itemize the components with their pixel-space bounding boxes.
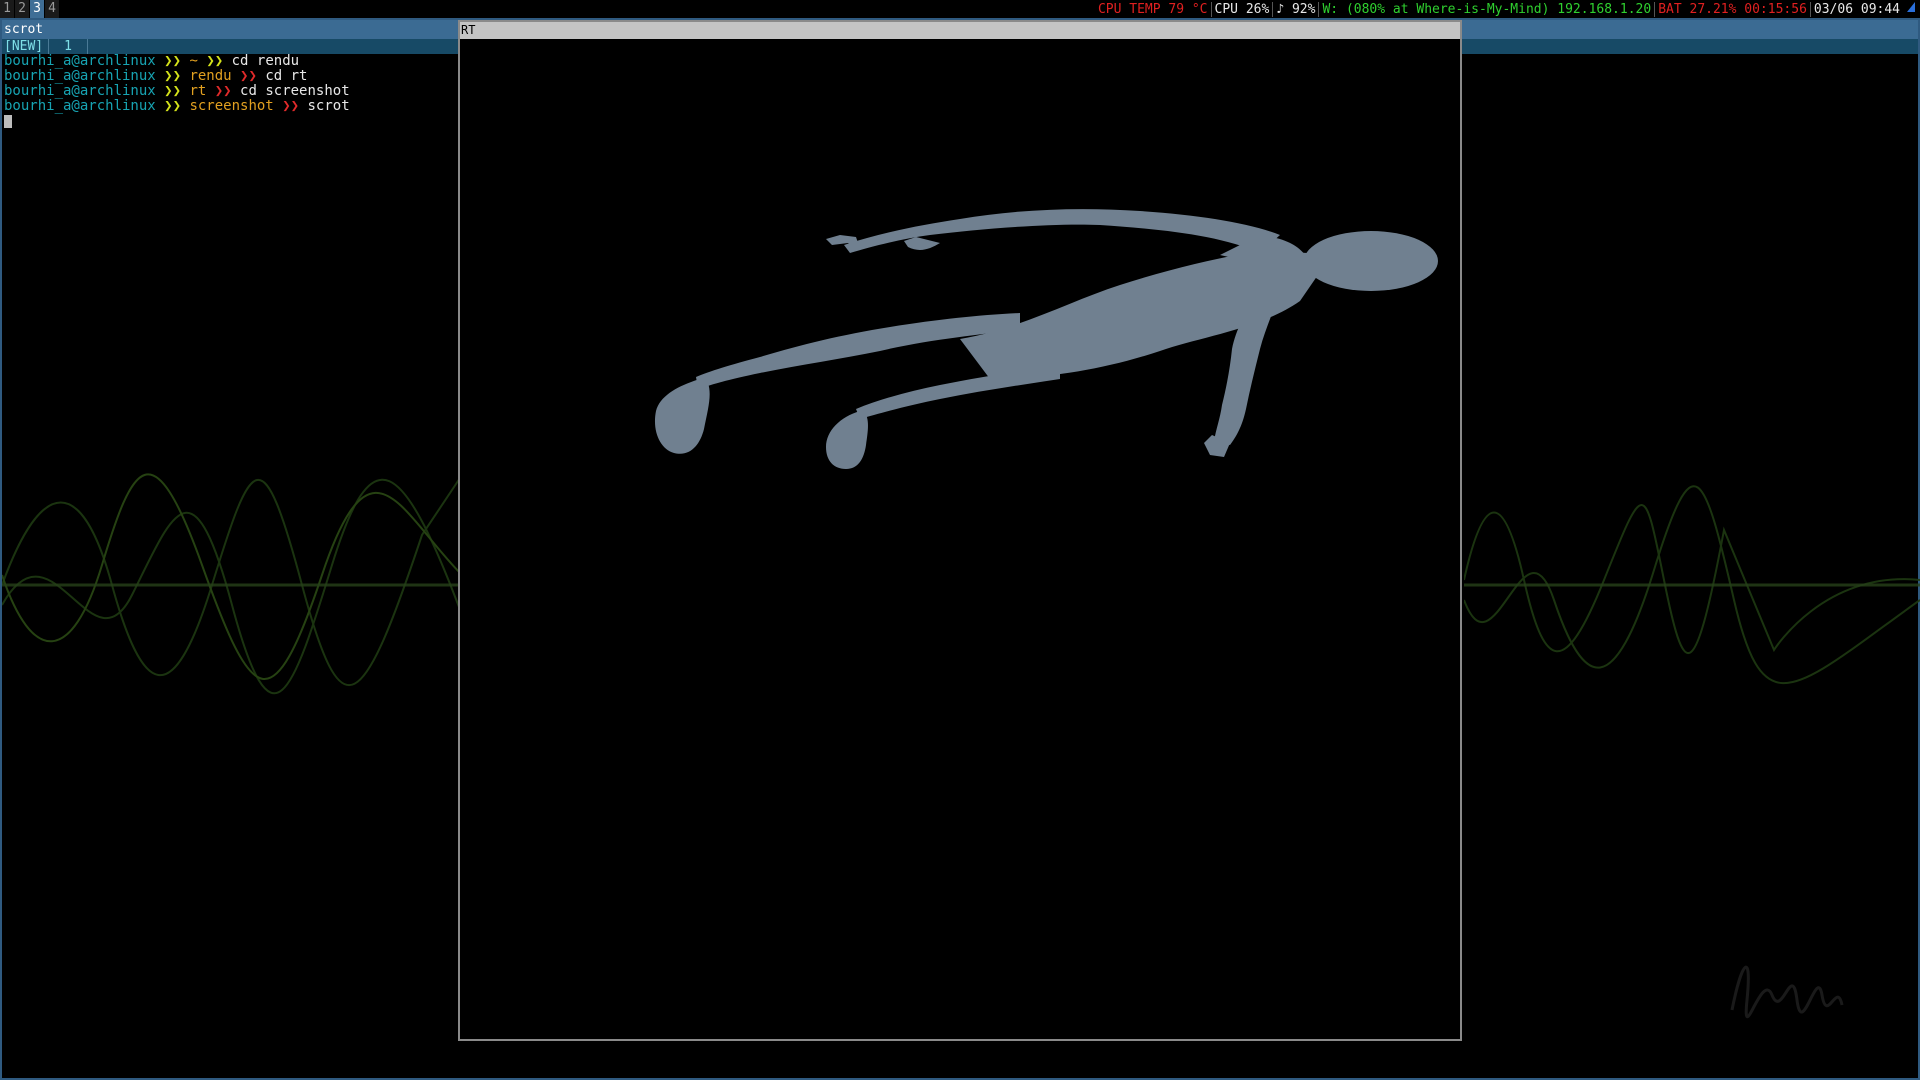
ip-address: 192.168.1.20 [1557,1,1652,17]
cpu-usage: CPU 26% [1210,1,1273,17]
terminal-cursor [4,114,12,128]
human-silhouette-render [654,209,1438,469]
tab-1[interactable]: 1 [49,39,88,54]
workspace-3[interactable]: 3 [30,0,45,18]
clock: 03/06 09:44 [1809,1,1903,17]
rt-window[interactable]: RT [458,20,1462,1041]
wallpaper-signature [1730,965,1844,1019]
workspace-1[interactable]: 1 [0,0,15,18]
volume-level: ♪ 92% [1272,1,1318,17]
speaker-icon[interactable] [1903,1,1916,17]
workspace-switcher: 1 2 3 4 [0,0,60,18]
wifi-status: W: (080% at Where-is-My-Mind) 192.168.1.… [1318,1,1654,17]
rt-window-title: RT [460,22,1460,39]
workspace-4[interactable]: 4 [45,0,60,18]
wallpaper-waveform [2,473,462,695]
wifi-detail: (080% at Where-is-My-Mind) [1345,1,1550,17]
wallpaper-waveform-right [1464,485,1920,685]
workspace-2[interactable]: 2 [15,0,30,18]
tab-new[interactable]: [NEW] [2,39,49,54]
status-bar: 1 2 3 4 CPU TEMP 79 °C CPU 26% ♪ 92% W: … [0,0,1920,18]
rt-render-canvas [460,39,1460,1039]
battery-status: BAT 27.21% 00:15:56 [1654,1,1810,17]
cpu-temp: CPU TEMP 79 °C [1097,1,1208,17]
wifi-label: W: [1322,1,1339,17]
status-blocks: CPU TEMP 79 °C CPU 26% ♪ 92% W: (080% at… [1095,0,1920,18]
